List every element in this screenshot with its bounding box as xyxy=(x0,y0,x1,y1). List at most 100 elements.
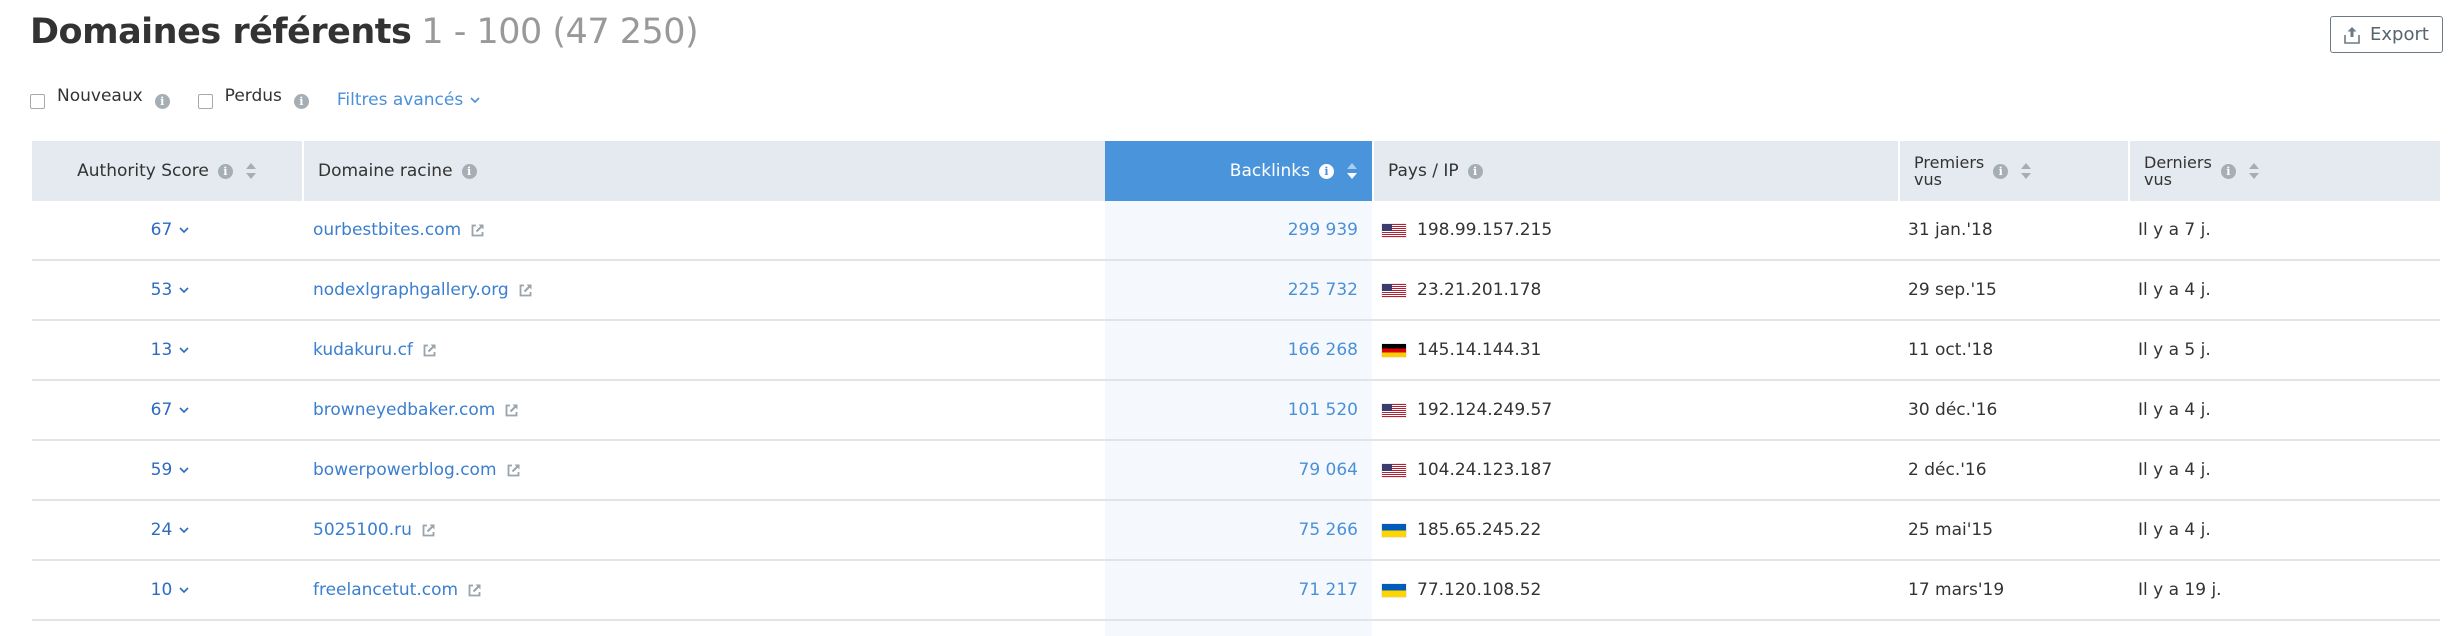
authority-score-toggle[interactable]: 67 xyxy=(145,220,190,240)
export-button[interactable]: Export xyxy=(2330,16,2443,53)
column-label-line2: vus xyxy=(1914,170,1942,189)
advanced-filters-label: Filtres avancés xyxy=(336,90,464,110)
domain-link[interactable]: kudakuru.cf xyxy=(313,340,413,360)
filter-new[interactable]: Nouveaux i xyxy=(30,86,170,109)
authority-score-toggle[interactable]: 53 xyxy=(145,280,190,300)
new-checkbox[interactable] xyxy=(30,93,45,109)
backlinks-cell[interactable]: 75 266 xyxy=(1105,501,1372,559)
backlinks-cell[interactable]: 101 520 xyxy=(1105,381,1372,439)
authority-score-cell[interactable]: 13 xyxy=(32,321,302,379)
info-icon[interactable]: i xyxy=(154,93,170,109)
advanced-filters-toggle[interactable]: Filtres avancés xyxy=(337,90,480,110)
last-seen-cell: Il y a 4 j. xyxy=(2128,501,2440,559)
table-row: 67 browneyedbaker.com 101 520 192.124.24… xyxy=(32,381,2440,441)
backlinks-count[interactable]: 79 064 xyxy=(1299,460,1358,480)
backlinks-cell[interactable]: 79 064 xyxy=(1105,441,1372,499)
country-ip-cell: 23.21.201.178 xyxy=(1372,261,1898,319)
result-range: 1 - 100 (47 250) xyxy=(421,12,699,52)
flag-ua-icon xyxy=(1382,523,1406,537)
authority-score-toggle[interactable]: 24 xyxy=(145,520,190,540)
authority-score-cell[interactable]: 53 xyxy=(32,261,302,319)
filter-lost[interactable]: Perdus i xyxy=(197,86,309,109)
column-header-last-seen[interactable]: Derniers vus i xyxy=(2128,141,2440,201)
last-seen-cell: Il y a 4 j. xyxy=(2128,381,2440,439)
authority-score-toggle[interactable]: 13 xyxy=(145,340,190,360)
first-seen-cell: 25 mai'15 xyxy=(1898,501,2128,559)
authority-score-cell[interactable]: 67 xyxy=(32,381,302,439)
info-icon[interactable]: i xyxy=(217,163,233,179)
info-icon[interactable]: i xyxy=(461,163,477,179)
external-link-icon[interactable] xyxy=(506,463,521,478)
sort-icon[interactable] xyxy=(2248,161,2260,181)
root-domain-cell: kudakuru.cf xyxy=(302,321,1105,379)
flag-us-icon xyxy=(1382,283,1406,297)
page-title: Domaines référents xyxy=(30,12,412,52)
flag-canton xyxy=(1382,463,1392,471)
root-domain-cell: freelancetut.com xyxy=(302,561,1105,619)
last-seen-date: Il y a 4 j. xyxy=(2138,400,2211,420)
authority-score-cell[interactable]: 67 xyxy=(32,201,302,259)
column-label: Pays / IP xyxy=(1388,161,1459,181)
info-icon[interactable]: i xyxy=(1467,163,1483,179)
info-icon[interactable]: i xyxy=(1319,163,1334,179)
authority-score-toggle[interactable]: 10 xyxy=(145,580,190,600)
last-seen-date: Il y a 4 j. xyxy=(2138,520,2211,540)
backlinks-cell[interactable]: 225 732 xyxy=(1105,261,1372,319)
root-domain-cell: 5025100.ru xyxy=(302,501,1105,559)
info-icon[interactable]: i xyxy=(293,93,309,109)
external-link-icon[interactable] xyxy=(467,583,482,598)
chevron-down-icon xyxy=(179,346,189,353)
ip-address: 198.99.157.215 xyxy=(1417,220,1553,240)
root-domain-cell: ourbestbites.com xyxy=(302,201,1105,259)
domain-link[interactable]: nodexlgraphgallery.org xyxy=(313,280,509,300)
first-seen-cell: 2 déc.'16 xyxy=(1898,441,2128,499)
domain-link[interactable]: bowerpowerblog.com xyxy=(313,460,497,480)
first-seen-date: 2 déc.'16 xyxy=(1908,460,1987,480)
first-seen-date: 11 oct.'18 xyxy=(1908,340,1994,360)
last-seen-cell: Il y a 7 j. xyxy=(2128,201,2440,259)
sort-icon[interactable] xyxy=(2020,161,2032,181)
authority-score-value: 13 xyxy=(150,340,173,360)
authority-score-cell[interactable]: 10 xyxy=(32,561,302,619)
external-link-icon[interactable] xyxy=(422,343,437,358)
column-header-first-seen[interactable]: Premiers vus i xyxy=(1898,141,2128,201)
sort-icon[interactable] xyxy=(245,161,257,181)
column-label: Derniers vus xyxy=(2144,154,2212,188)
first-seen-cell: 11 oct.'18 xyxy=(1898,321,2128,379)
backlinks-count[interactable]: 225 732 xyxy=(1288,280,1358,300)
authority-score-toggle[interactable]: 59 xyxy=(145,460,190,480)
backlinks-count[interactable]: 75 266 xyxy=(1299,520,1358,540)
external-link-icon[interactable] xyxy=(470,223,485,238)
first-seen-cell: 30 déc.'16 xyxy=(1898,381,2128,439)
column-header-root-domain: Domaine racine i xyxy=(302,141,1105,201)
backlinks-cell[interactable]: 299 939 xyxy=(1105,201,1372,259)
column-header-authority-score[interactable]: Authority Score i xyxy=(32,141,302,201)
info-icon[interactable]: i xyxy=(1993,163,2009,179)
domain-link[interactable]: browneyedbaker.com xyxy=(313,400,495,420)
authority-score-value: 24 xyxy=(150,520,173,540)
backlinks-cell[interactable]: 71 217 xyxy=(1105,561,1372,619)
domain-link[interactable]: ourbestbites.com xyxy=(313,220,461,240)
backlinks-count[interactable]: 299 939 xyxy=(1288,220,1358,240)
first-seen-date: 30 déc.'16 xyxy=(1908,400,1998,420)
external-link-icon[interactable] xyxy=(504,403,519,418)
export-label: Export xyxy=(2370,24,2429,45)
column-label-line2: vus xyxy=(2144,170,2172,189)
backlinks-count[interactable]: 71 217 xyxy=(1299,580,1358,600)
external-link-icon[interactable] xyxy=(421,523,436,538)
flag-us-icon xyxy=(1382,223,1406,237)
lost-checkbox[interactable] xyxy=(197,93,213,109)
sort-icon[interactable] xyxy=(1346,161,1358,181)
domain-link[interactable]: freelancetut.com xyxy=(313,580,458,600)
backlinks-count[interactable]: 101 520 xyxy=(1288,400,1358,420)
authority-score-cell[interactable]: 24 xyxy=(32,501,302,559)
domain-link[interactable]: 5025100.ru xyxy=(313,520,412,540)
backlinks-cell[interactable]: 166 268 xyxy=(1105,321,1372,379)
country-ip-cell: 104.24.123.187 xyxy=(1372,441,1898,499)
column-header-backlinks[interactable]: Backlinks i xyxy=(1105,141,1372,201)
backlinks-count[interactable]: 166 268 xyxy=(1288,340,1358,360)
authority-score-cell[interactable]: 59 xyxy=(32,441,302,499)
info-icon[interactable]: i xyxy=(2220,163,2236,179)
external-link-icon[interactable] xyxy=(518,283,533,298)
authority-score-toggle[interactable]: 67 xyxy=(145,400,190,420)
